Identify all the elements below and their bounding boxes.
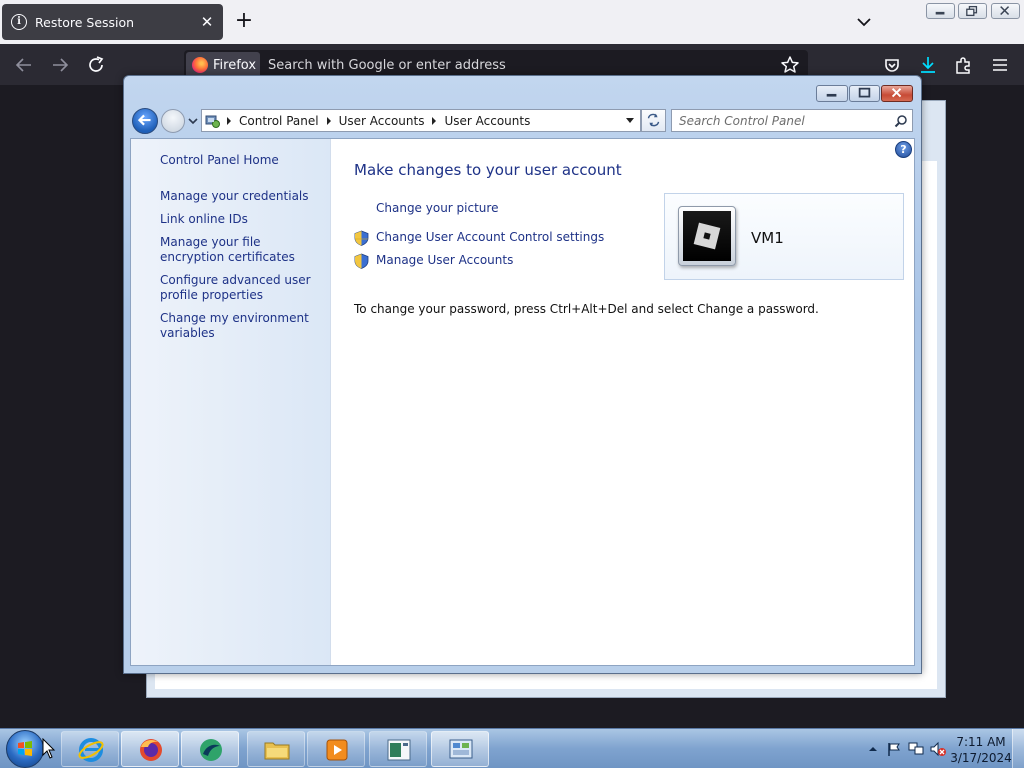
sidebar-item-file-encryption-certificates[interactable]: Manage your file encryption certificates: [160, 235, 325, 265]
control-panel-icon: [205, 115, 220, 128]
back-arrow-icon[interactable]: [13, 54, 35, 76]
show-desktop-button[interactable]: [1012, 729, 1024, 768]
manage-user-accounts-link[interactable]: Manage User Accounts: [376, 253, 513, 267]
user-picture: [683, 211, 731, 261]
windows-logo-icon: [18, 741, 32, 756]
taskbar-windows-explorer[interactable]: [247, 731, 305, 767]
window-app-icon: [387, 739, 411, 761]
sidebar-item-control-panel-home[interactable]: Control Panel Home: [160, 153, 325, 168]
cp-refresh-button[interactable]: [641, 109, 666, 132]
help-icon[interactable]: ?: [895, 141, 912, 158]
reload-icon[interactable]: [85, 54, 107, 76]
user-name: VM1: [751, 229, 784, 247]
cp-close-button[interactable]: [881, 85, 913, 102]
uac-shield-icon: [354, 230, 369, 246]
pocket-icon[interactable]: [881, 54, 903, 76]
address-dropdown-icon[interactable]: [626, 118, 634, 123]
network-icon[interactable]: [908, 741, 924, 757]
start-button[interactable]: [6, 730, 44, 768]
breadcrumb-user-accounts[interactable]: User Accounts: [339, 114, 425, 128]
cp-forward-button[interactable]: [161, 109, 185, 133]
cp-content-area: Control Panel Home Manage your credentia…: [130, 138, 915, 666]
taskbar-internet-explorer[interactable]: [61, 731, 119, 767]
cp-minimize-button[interactable]: [816, 85, 848, 102]
refresh-icon: [647, 113, 660, 127]
breadcrumb-control-panel[interactable]: Control Panel: [239, 114, 319, 128]
tab-title: Restore Session: [35, 14, 135, 30]
new-tab-button[interactable]: +: [232, 10, 256, 34]
change-picture-link[interactable]: Change your picture: [376, 201, 498, 215]
password-note: To change your password, press Ctrl+Alt+…: [354, 302, 819, 316]
action-center-flag-icon[interactable]: [886, 741, 902, 757]
folder-icon: [264, 742, 290, 760]
cp-back-button[interactable]: [132, 108, 158, 134]
roblox-logo-icon: [693, 222, 721, 250]
recent-pages-chevron-icon[interactable]: [187, 116, 199, 126]
restore-button[interactable]: [958, 3, 987, 19]
sidebar-item-manage-credentials[interactable]: Manage your credentials: [160, 189, 325, 204]
browser-tab[interactable]: i Restore Session ✕: [2, 4, 223, 40]
taskbar-media-player[interactable]: [307, 731, 365, 767]
taskbar-app-window[interactable]: [369, 731, 427, 767]
uac-shield-icon: [354, 253, 369, 269]
firefox-logo-icon: [192, 57, 208, 73]
user-account-card: VM1: [664, 193, 904, 280]
control-panel-icon: [449, 739, 473, 759]
taskbar: 7:11 AM 3/17/2024: [0, 728, 1024, 768]
forward-arrow-icon[interactable]: [49, 54, 71, 76]
cp-main-panel: ? Make changes to your user account Chan…: [332, 139, 914, 665]
tab-close-button[interactable]: ✕: [195, 13, 219, 31]
extensions-icon[interactable]: [953, 54, 975, 76]
breadcrumb-user-accounts-current[interactable]: User Accounts: [444, 114, 530, 128]
download-icon[interactable]: [917, 54, 939, 76]
cp-maximize-button[interactable]: [849, 85, 880, 102]
mouse-cursor-icon: [42, 738, 56, 759]
volume-muted-icon[interactable]: [929, 741, 947, 757]
internet-explorer-icon: [78, 738, 104, 762]
cp-search-box[interactable]: [671, 109, 913, 132]
breadcrumb-separator-icon: [227, 116, 231, 125]
firefox-icon: [140, 739, 162, 761]
show-hidden-icons-icon[interactable]: [868, 744, 878, 754]
cp-address-bar[interactable]: Control Panel User Accounts User Account…: [201, 109, 641, 132]
cp-search-input[interactable]: [679, 113, 879, 128]
chevron-down-icon[interactable]: [854, 12, 874, 32]
taskbar-firefox[interactable]: [121, 731, 179, 767]
bookmark-star-icon[interactable]: [779, 54, 801, 76]
uac-settings-link[interactable]: Change User Account Control settings: [376, 230, 604, 244]
clock-date[interactable]: 3/17/2024: [946, 751, 1016, 765]
cp-sidebar: Control Panel Home Manage your credentia…: [131, 139, 331, 665]
browser-tab-bar: i Restore Session ✕ +: [0, 0, 1024, 44]
sidebar-item-advanced-profile-properties[interactable]: Configure advanced user profile properti…: [160, 273, 325, 303]
media-player-icon: [326, 739, 348, 761]
page-title: Make changes to your user account: [354, 161, 622, 179]
avatar[interactable]: [678, 206, 736, 266]
breadcrumb-separator-icon: [326, 116, 331, 125]
breadcrumb-separator-icon: [432, 116, 437, 125]
app-icon: [200, 739, 222, 761]
menu-icon[interactable]: [989, 54, 1011, 76]
sidebar-item-link-online-ids[interactable]: Link online IDs: [160, 212, 325, 227]
sidebar-item-environment-variables[interactable]: Change my environment variables: [160, 311, 325, 341]
close-window-button[interactable]: [991, 3, 1020, 19]
url-input[interactable]: [268, 56, 768, 74]
taskbar-app[interactable]: [181, 731, 239, 767]
notification-area: 7:11 AM 3/17/2024: [834, 729, 1024, 768]
clock-time[interactable]: 7:11 AM: [946, 735, 1016, 749]
info-icon: i: [11, 14, 27, 30]
control-panel-window: Control Panel User Accounts User Account…: [123, 75, 922, 674]
taskbar-control-panel[interactable]: [431, 731, 489, 767]
identity-label: Firefox: [213, 57, 257, 73]
minimize-button[interactable]: [926, 3, 955, 19]
search-icon[interactable]: [894, 114, 908, 128]
